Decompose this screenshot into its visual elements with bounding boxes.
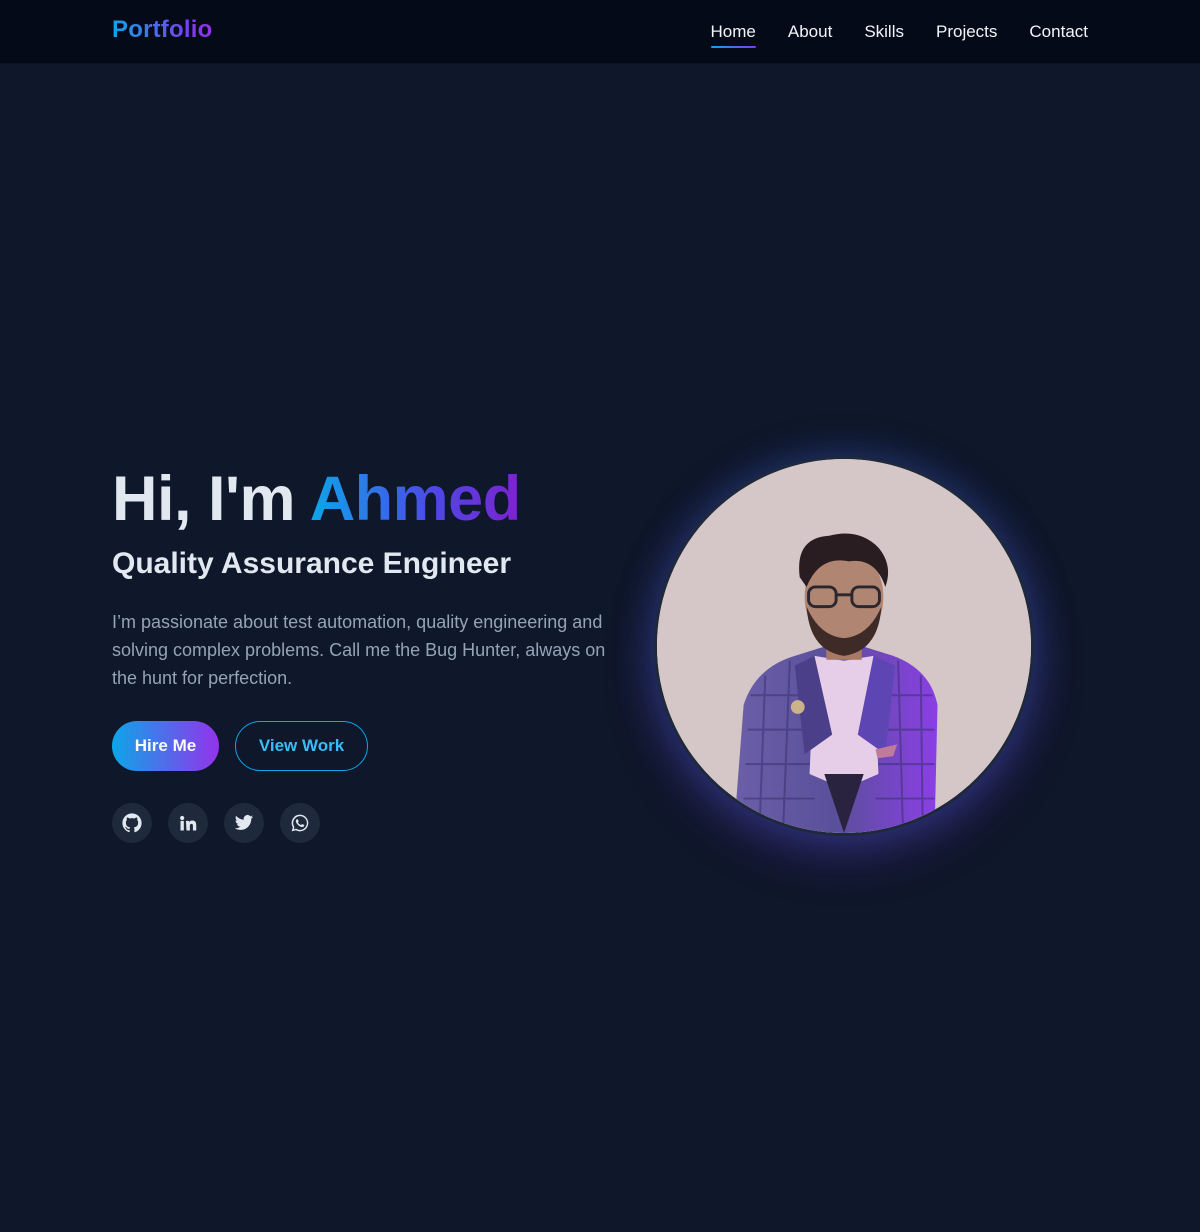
hero-content: Hi, I'm Ahmed Quality Assurance Engineer… [112, 466, 612, 692]
nav-link-home[interactable]: Home [710, 22, 757, 48]
twitter-icon [234, 815, 254, 830]
hero-description: I’m passionate about test automation, qu… [112, 612, 606, 688]
hire-me-button[interactable]: Hire Me [112, 721, 219, 771]
hero-name: Ahmed [309, 464, 522, 534]
github-link[interactable] [112, 803, 152, 843]
whatsapp-icon [291, 814, 309, 832]
hero-greeting: Hi, I'm [112, 464, 310, 534]
hero-title: Hi, I'm Ahmed [112, 466, 612, 532]
nav-link-about[interactable]: About [788, 22, 832, 48]
navbar: Portfolio Home About Skills Projects Con… [0, 0, 1200, 64]
nav-link-projects[interactable]: Projects [936, 22, 997, 48]
hero-actions: Hire Me View Work [112, 721, 368, 771]
avatar-illustration [657, 459, 1031, 833]
twitter-link[interactable] [224, 803, 264, 843]
brand-logo[interactable]: Portfolio [112, 16, 212, 44]
nav-links: Home About Skills Projects Contact [710, 22, 1088, 48]
view-work-button[interactable]: View Work [235, 721, 368, 771]
linkedin-icon [180, 815, 197, 831]
nav-link-contact[interactable]: Contact [1029, 22, 1088, 48]
nav-link-skills[interactable]: Skills [864, 22, 904, 48]
github-icon [122, 813, 142, 833]
whatsapp-link[interactable] [280, 803, 320, 843]
hero-subtitle: Quality Assurance Engineer [112, 547, 512, 580]
linkedin-link[interactable] [168, 803, 208, 843]
profile-photo [654, 456, 1034, 836]
social-links [112, 803, 320, 843]
